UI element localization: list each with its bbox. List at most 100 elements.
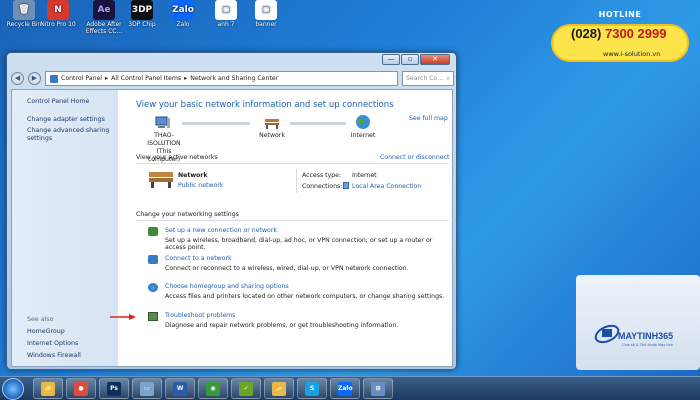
address-bar[interactable]: Control Panel ▸ All Control Panel Items …	[45, 71, 398, 86]
desktop-icon-label: 3DP Chip	[128, 21, 156, 28]
red-arrow-icon	[110, 314, 136, 320]
page-title: View your basic network information and …	[136, 100, 394, 110]
forward-button[interactable]: ▶	[28, 72, 41, 85]
setup-connection-link[interactable]: Set up a new connection or network	[165, 227, 277, 234]
desktop-icon-label: Nitro Pro 10	[40, 21, 76, 28]
map-connector	[290, 122, 346, 125]
troubleshoot-desc: Diagnose and repair network problems, or…	[165, 322, 399, 329]
desktop-app-icon: Zalo	[172, 0, 194, 20]
desktop-icon[interactable]: Ae Adobe After Effects CC...	[84, 0, 124, 38]
change-adapter-settings-link[interactable]: Change adapter settings	[27, 116, 105, 123]
taskbar-button-word[interactable]: W	[165, 378, 195, 399]
desktop-app-icon: 3DP	[131, 0, 153, 20]
taskbar-button-corel[interactable]: ◉	[198, 378, 228, 399]
troubleshoot-link[interactable]: Troubleshoot problems	[165, 312, 235, 319]
local-area-connection-link[interactable]: Local Area Connection	[352, 183, 421, 190]
taskbar-button-files[interactable]: ▭	[132, 378, 162, 399]
homegroup-icon	[148, 283, 158, 292]
minimize-button[interactable]: —	[382, 54, 400, 65]
map-network-label: Network	[259, 132, 285, 139]
explorer-icon: 📁	[41, 381, 55, 396]
see-full-map-link[interactable]: See full map	[409, 115, 448, 122]
maytinh365-ad: MAYTINH365 Chia sẻ & Thủ thuật Máy tính	[576, 275, 700, 370]
troubleshoot-icon	[148, 312, 158, 321]
control-panel-home-link[interactable]: Control Panel Home	[27, 98, 89, 105]
desktop-app-icon: N	[47, 0, 69, 20]
breadcrumb-separator-icon: ▸	[184, 75, 188, 82]
homegroup-sharing-link[interactable]: Choose homegroup and sharing options	[165, 283, 289, 290]
desktop-icon-label: anh 7	[217, 21, 235, 28]
setup-connection-desc: Set up a wireless, broadband, dial-up, a…	[165, 237, 433, 251]
change-advanced-sharing-link[interactable]: Change advanced sharing settings	[27, 127, 111, 143]
main-pane: View your basic network information and …	[118, 90, 452, 366]
windows-firewall-link[interactable]: Windows Firewall	[27, 352, 81, 359]
taskbar-button-zalo[interactable]: Zalo	[330, 378, 360, 399]
maytinh365-logo-icon	[594, 324, 620, 344]
network-bench-icon	[264, 116, 280, 130]
taskbar-button-greenshot[interactable]: ✓	[231, 378, 261, 399]
content-area: Control Panel Home Change adapter settin…	[11, 89, 453, 367]
desktop-icon[interactable]: ▢ banner	[246, 0, 286, 38]
public-network-link[interactable]: Public network	[178, 182, 223, 189]
folder-icon: 📂	[272, 381, 286, 396]
taskbar-apps: 📁 ● Ps ▭ W ◉ ✓ 📂 S Zalo ⊞	[30, 378, 393, 399]
navigation-bar: ◀ ▶ Control Panel ▸ All Control Panel It…	[11, 70, 454, 87]
connections-label: Connections:	[302, 183, 343, 190]
see-also-label: See also	[27, 316, 54, 323]
desktop-icon[interactable]: Zalo Zalo	[163, 0, 203, 38]
connect-or-disconnect-link[interactable]: Connect or disconnect	[380, 154, 449, 161]
taskbar-button-explorer[interactable]: 📁	[33, 378, 63, 399]
network-icon: ⊞	[371, 381, 385, 396]
internet-options-link[interactable]: Internet Options	[27, 340, 78, 347]
active-network-name: Network	[178, 172, 208, 179]
hotline-url: www.i-solution.vn	[603, 50, 661, 58]
desktop-app-icon: Ae	[93, 0, 115, 20]
left-pane: Control Panel Home Change adapter settin…	[12, 90, 118, 366]
breadcrumb-item[interactable]: All Control Panel Items	[111, 75, 181, 82]
ad-brand: MAYTINH365	[618, 331, 674, 341]
chrome-icon: ●	[74, 381, 88, 396]
connect-network-link[interactable]: Connect to a network	[165, 255, 232, 262]
close-button[interactable]: ✕	[420, 54, 450, 65]
zalo-icon: Zalo	[338, 381, 353, 396]
desktop-icon-label: banner	[255, 21, 277, 28]
breadcrumb-item[interactable]: Network and Sharing Center	[190, 75, 278, 82]
divider	[136, 220, 449, 221]
desktop-app-icon: ▢	[255, 0, 277, 20]
hotline-phone: (028) 7300 2999	[571, 26, 667, 41]
network-sharing-center-window: — ▫ ✕ ◀ ▶ Control Panel ▸ All Control Pa…	[6, 52, 457, 370]
desktop-icon[interactable]: ▢ anh 7	[206, 0, 246, 38]
taskbar: 📁 ● Ps ▭ W ◉ ✓ 📂 S Zalo ⊞	[0, 376, 700, 400]
hotline-banner: HOTLINE (028) 7300 2999 www.i-solution.v…	[547, 10, 693, 70]
network-bench-icon	[148, 169, 174, 189]
lan-connection-icon	[343, 182, 349, 189]
taskbar-button-chrome[interactable]: ●	[66, 378, 96, 399]
divider	[296, 169, 297, 193]
desktop-app-icon: 🗑	[13, 0, 35, 20]
breadcrumb-item[interactable]: Control Panel	[61, 75, 102, 82]
computer-icon	[155, 116, 171, 130]
desktop-icon-label: Zalo	[176, 21, 190, 28]
desktop-icon[interactable]: 3DP 3DP Chip	[122, 0, 162, 38]
desktop-icon[interactable]: N Nitro Pro 10	[38, 0, 78, 38]
corel-icon: ◉	[206, 381, 220, 396]
taskbar-button-skype[interactable]: S	[297, 378, 327, 399]
maximize-button[interactable]: ▫	[401, 54, 419, 65]
homegroup-link[interactable]: HomeGroup	[27, 328, 65, 335]
access-type-label: Access type:	[302, 172, 342, 179]
ad-tagline: Chia sẻ & Thủ thuật Máy tính	[622, 343, 674, 347]
control-panel-icon	[50, 74, 58, 83]
divider	[136, 163, 449, 164]
search-icon[interactable]: ⌕	[447, 75, 450, 83]
start-button[interactable]	[2, 377, 24, 400]
taskbar-button-network[interactable]: ⊞	[363, 378, 393, 399]
homegroup-sharing-desc: Access files and printers located on oth…	[165, 293, 445, 300]
search-input[interactable]: Search Co... ⌕	[402, 71, 454, 86]
breadcrumb-separator-icon: ▸	[105, 75, 109, 82]
back-button[interactable]: ◀	[11, 72, 24, 85]
desktop-app-icon: ▢	[215, 0, 237, 20]
taskbar-button-photoshop[interactable]: Ps	[99, 378, 129, 399]
hotline-title: HOTLINE	[598, 10, 642, 19]
taskbar-button-folder[interactable]: 📂	[264, 378, 294, 399]
access-type-value: Internet	[352, 172, 377, 179]
